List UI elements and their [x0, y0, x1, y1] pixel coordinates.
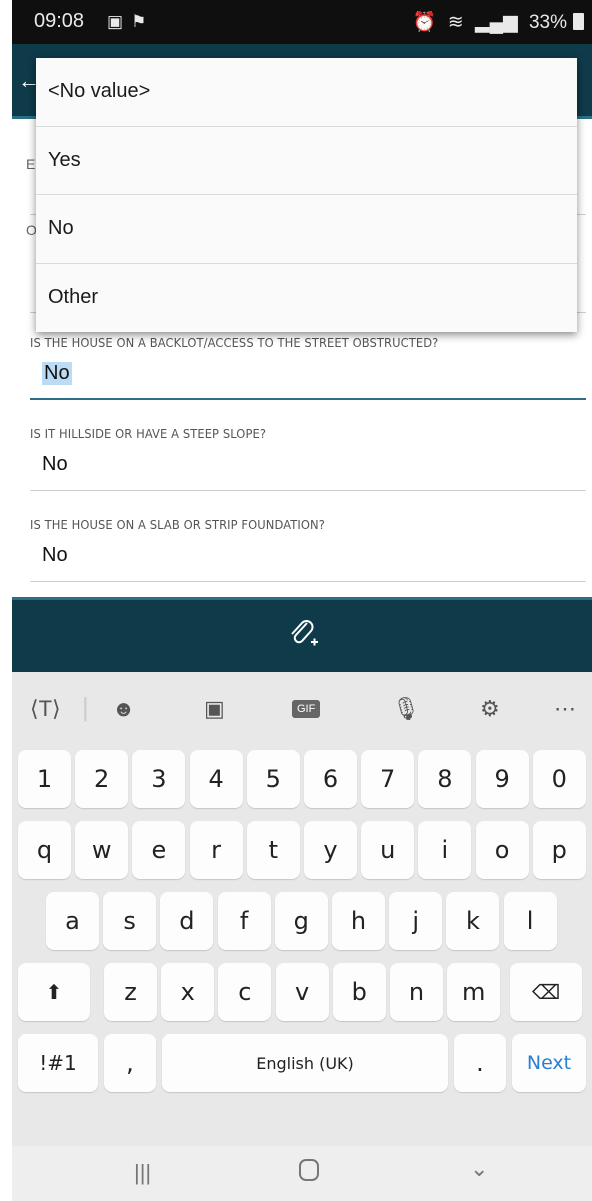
field-underline — [30, 490, 586, 491]
attach-add-icon[interactable] — [288, 618, 318, 655]
key-z[interactable]: z — [104, 963, 157, 1021]
backspace-icon[interactable]: ⌫ — [510, 963, 582, 1021]
more-icon[interactable]: ⋯ — [554, 696, 576, 722]
shift-icon[interactable]: ⬆ — [18, 963, 90, 1021]
battery-level: 33% — [528, 12, 567, 33]
key-j[interactable]: j — [389, 892, 443, 950]
key-u[interactable]: u — [361, 821, 415, 879]
key-e[interactable]: e — [132, 821, 186, 879]
field-label: IS IT HILLSIDE OR HAVE A STEEP SLOPE? — [30, 426, 267, 441]
recents-icon[interactable]: ||| — [134, 1160, 151, 1186]
key-7[interactable]: 7 — [361, 750, 415, 808]
key-6[interactable]: 6 — [304, 750, 357, 808]
key-5[interactable]: 5 — [246, 750, 300, 808]
toolbar-divider: | — [82, 692, 89, 722]
dropdown-option-no-value[interactable]: <No value> — [36, 58, 577, 127]
key-n[interactable]: n — [390, 963, 443, 1021]
gif-button[interactable]: GIF — [292, 700, 321, 718]
key-q[interactable]: q — [18, 821, 71, 879]
symbols-key[interactable]: !#1 — [18, 1034, 98, 1092]
key-4[interactable]: 4 — [189, 750, 243, 808]
key-0[interactable]: 0 — [532, 750, 586, 808]
field-label: IS THE HOUSE ON A SLAB OR STRIP FOUNDATI… — [30, 517, 325, 532]
key-c[interactable]: c — [218, 963, 272, 1021]
status-notification-icons: ▣⚑ — [107, 12, 154, 32]
key-v[interactable]: v — [275, 963, 329, 1021]
key-m[interactable]: m — [447, 963, 501, 1021]
alarm-icon: ⏰ — [412, 12, 437, 33]
key-comma[interactable]: , — [104, 1034, 156, 1092]
dropdown-option-yes[interactable]: Yes — [36, 127, 577, 195]
key-1[interactable]: 1 — [18, 750, 71, 808]
soft-keyboard: ⟨T⟩ | ☻ ▣ GIF 🎙 ⚙ ⋯ 1234567890 qwertyuiop… — [12, 672, 592, 1201]
key-8[interactable]: 8 — [418, 750, 472, 808]
key-2[interactable]: 2 — [75, 750, 129, 808]
translate-icon[interactable]: ⟨T⟩ — [30, 696, 61, 722]
navigation-bar: ||| ⌄ — [12, 1146, 592, 1201]
next-key[interactable]: Next — [512, 1034, 586, 1092]
status-right: ⏰ ≋ ▂▄▆ 33% — [407, 10, 584, 34]
battery-icon — [573, 13, 584, 30]
field-label: IS THE HOUSE ON A BACKLOT/ACCESS TO THE … — [30, 335, 439, 350]
dropdown-option-other[interactable]: Other — [36, 264, 577, 333]
key-x[interactable]: x — [161, 963, 215, 1021]
mic-icon[interactable]: 🎙 — [392, 696, 420, 722]
field-value[interactable]: No — [42, 362, 72, 385]
wifi-icon: ≋ — [447, 12, 464, 33]
flag-icon: ⚑ — [131, 12, 155, 31]
gear-icon[interactable]: ⚙ — [480, 696, 500, 722]
key-p[interactable]: p — [532, 821, 586, 879]
home-icon[interactable] — [298, 1158, 320, 1188]
key-l[interactable]: l — [503, 892, 557, 950]
emoji-icon[interactable]: ☻ — [112, 696, 135, 722]
hillside-field[interactable]: IS IT HILLSIDE OR HAVE A STEEP SLOPE? No — [30, 426, 586, 492]
key-b[interactable]: b — [332, 963, 386, 1021]
key-period[interactable]: . — [454, 1034, 506, 1092]
field-value[interactable]: No — [42, 544, 68, 567]
key-i[interactable]: i — [418, 821, 472, 879]
foundation-field[interactable]: IS THE HOUSE ON A SLAB OR STRIP FOUNDATI… — [30, 517, 586, 583]
key-9[interactable]: 9 — [475, 750, 529, 808]
key-d[interactable]: d — [160, 892, 214, 950]
field-underline-active — [30, 398, 586, 400]
keyboard-toolbar: ⟨T⟩ | ☻ ▣ GIF 🎙 ⚙ ⋯ — [12, 672, 592, 750]
signal-icon: ▂▄▆ — [475, 12, 518, 33]
key-y[interactable]: y — [304, 821, 357, 879]
sticker-icon[interactable]: ▣ — [204, 696, 225, 722]
key-k[interactable]: k — [446, 892, 500, 950]
key-3[interactable]: 3 — [132, 750, 186, 808]
hidden-field-label: E — [26, 156, 36, 172]
key-h[interactable]: h — [332, 892, 385, 950]
gallery-icon: ▣ — [107, 12, 132, 31]
space-bar[interactable]: English (UK) — [162, 1034, 448, 1092]
dropdown-option-no[interactable]: No — [36, 195, 577, 264]
key-s[interactable]: s — [103, 892, 157, 950]
key-o[interactable]: o — [475, 821, 529, 879]
field-value[interactable]: No — [42, 453, 68, 476]
attachment-bar — [12, 597, 592, 672]
status-bar: 09:08 ▣⚑ ⏰ ≋ ▂▄▆ 33% — [12, 0, 592, 44]
key-t[interactable]: t — [246, 821, 300, 879]
field-underline — [30, 581, 586, 582]
status-time: 09:08 — [34, 10, 85, 32]
key-r[interactable]: r — [189, 821, 243, 879]
key-g[interactable]: g — [274, 892, 328, 950]
phone-screen: 09:08 ▣⚑ ⏰ ≋ ▂▄▆ 33% ← E O <No value> Ye… — [12, 0, 592, 1201]
select-dropdown-menu: <No value> Yes No Other — [36, 58, 577, 332]
backlot-field[interactable]: IS THE HOUSE ON A BACKLOT/ACCESS TO THE … — [30, 335, 586, 401]
back-icon[interactable]: ⌄ — [470, 1156, 488, 1182]
key-w[interactable]: w — [75, 821, 129, 879]
key-a[interactable]: a — [46, 892, 99, 950]
key-f[interactable]: f — [217, 892, 271, 950]
